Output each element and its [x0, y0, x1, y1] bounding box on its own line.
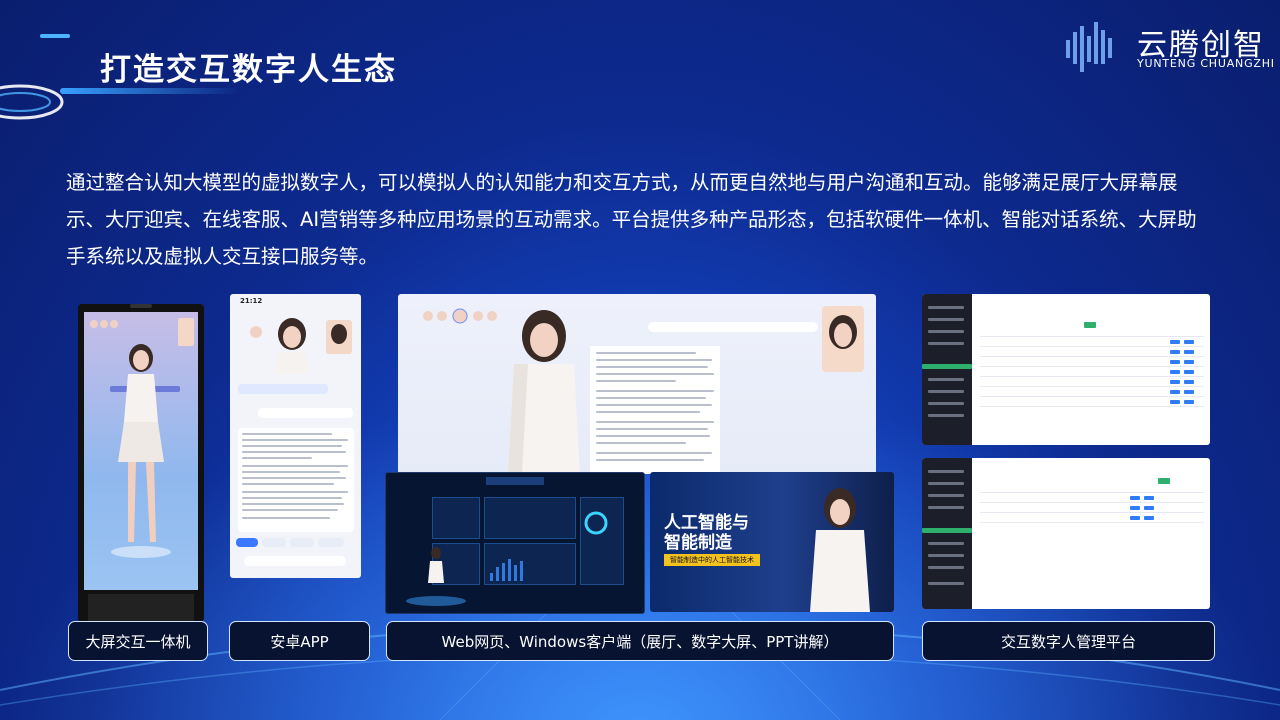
phone-chat-input[interactable] [244, 556, 346, 566]
phone-chip-1[interactable] [236, 538, 258, 547]
chat-bubble-answer [238, 428, 354, 532]
admin-search-button[interactable] [1158, 478, 1170, 484]
logo-subtext: YUNTENG CHUANGZHI [1137, 57, 1275, 70]
kiosk-avatar-figure [90, 318, 194, 558]
kiosk-preview [78, 304, 204, 622]
chat-bubble-reply [258, 408, 353, 418]
admin-search-button[interactable] [1084, 322, 1096, 328]
kiosk-screen [84, 312, 198, 590]
android-app-preview: 21:12 [230, 294, 361, 578]
product-label-web-windows[interactable]: Web网页、Windows客户端（展厅、数字大屏、PPT讲解） [386, 621, 894, 661]
kiosk-camera [130, 304, 152, 308]
phone-chip-4[interactable] [318, 538, 344, 547]
page-title: 打造交互数字人生态 [100, 52, 397, 88]
ppt-avatar-figure [810, 488, 870, 612]
dashboard-avatar-figure [406, 477, 608, 606]
product-label-admin[interactable]: 交互数字人管理平台 [922, 621, 1215, 661]
admin-platform-preview-1 [922, 294, 1210, 445]
product-label-android[interactable]: 安卓APP [229, 621, 370, 661]
phone-chip-2[interactable] [262, 538, 286, 547]
web-avatar-thumbnail[interactable] [822, 306, 864, 372]
admin-sidebar [922, 458, 972, 609]
phone-chip-3[interactable] [290, 538, 314, 547]
product-label-kiosk[interactable]: 大屏交互一体机 [68, 621, 208, 661]
admin-sidebar [922, 294, 972, 445]
web-answer-panel [590, 346, 720, 474]
admin-platform-preview-2 [922, 458, 1210, 609]
big-screen-dashboard-preview [385, 472, 645, 614]
chat-bubble-user [238, 384, 328, 394]
title-accent-bar [40, 34, 70, 38]
web-client-preview [398, 294, 876, 474]
intro-paragraph: 通过整合认知大模型的虚拟数字人，可以模拟人的认知能力和交互方式，从而更自然地与用… [66, 171, 1197, 268]
ppt-presentation-preview: 人工智能与 智能制造 智能制造中的人工智能技术 [650, 472, 894, 612]
kiosk-stand [88, 594, 194, 622]
